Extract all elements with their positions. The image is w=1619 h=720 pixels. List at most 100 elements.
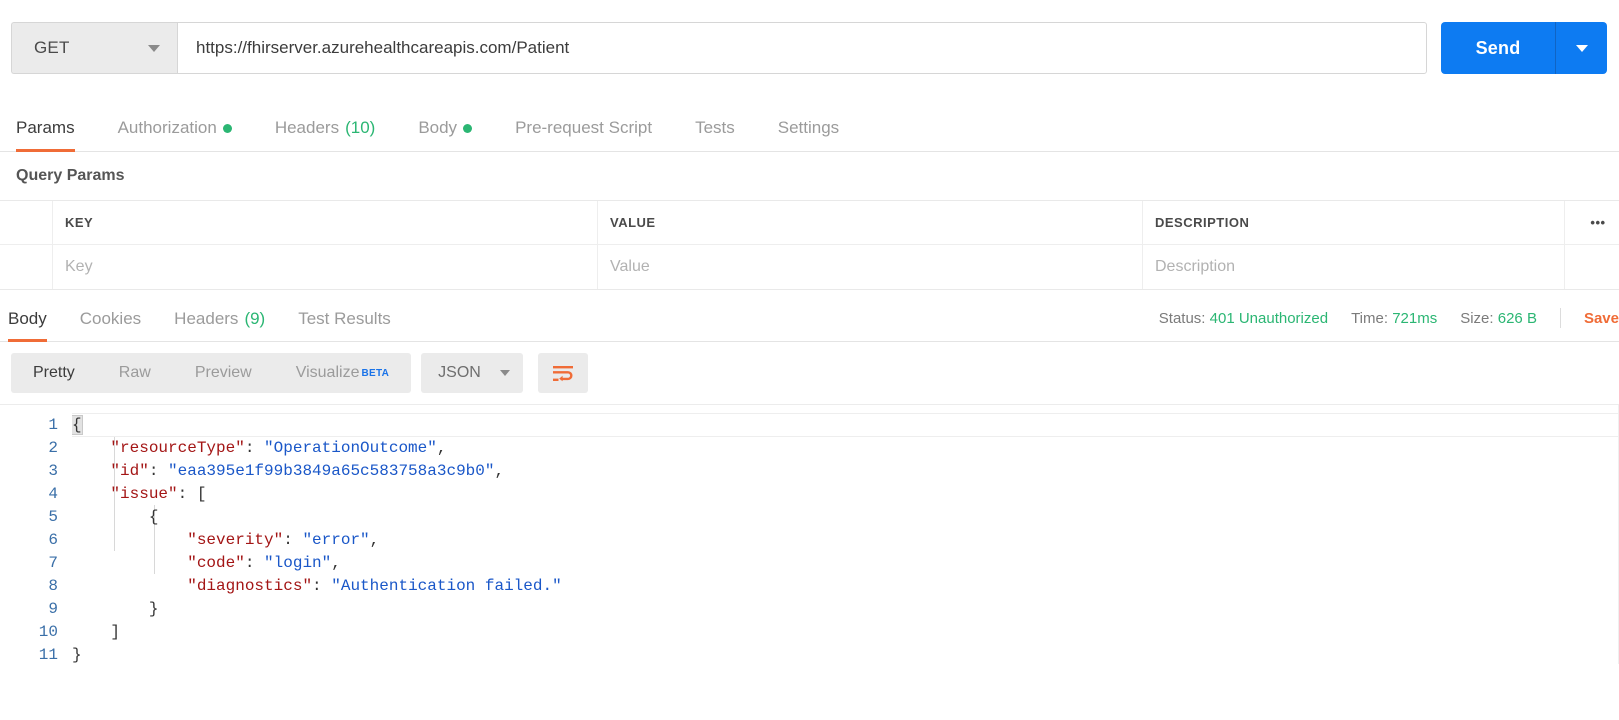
code-token: } <box>148 600 159 618</box>
view-mode-preview[interactable]: Preview <box>173 353 274 393</box>
save-response-button[interactable]: Save <box>1584 310 1619 327</box>
view-mode-label: Preview <box>194 364 252 381</box>
response-format-select[interactable]: JSON <box>421 353 524 393</box>
row-checkbox-cell[interactable] <box>0 245 53 289</box>
tab-label: Body <box>418 118 458 137</box>
view-mode-label: Visualize <box>295 364 360 381</box>
query-params-title: Query Params <box>16 167 125 184</box>
tab-body[interactable]: Body <box>418 118 473 151</box>
send-options-button[interactable] <box>1555 22 1607 74</box>
time-badge: Time: 721ms <box>1351 310 1437 327</box>
line-number: 8 <box>48 577 58 595</box>
tab-tests[interactable]: Tests <box>695 118 735 151</box>
code-content[interactable]: { "resourceType": "OperationOutcome", "i… <box>72 405 1619 664</box>
code-token: "Authentication failed." <box>331 577 562 595</box>
select-all-checkbox-cell[interactable] <box>0 201 53 244</box>
code-token: "eaa395e1f99b3849a65c583758a3c9b0" <box>168 462 495 480</box>
http-method-label: GET <box>34 38 70 57</box>
param-key-input[interactable]: Key <box>53 245 598 289</box>
chevron-down-icon <box>148 44 160 52</box>
param-value-input[interactable]: Value <box>598 245 1143 289</box>
code-line: "id": "eaa395e1f99b3849a65c583758a3c9b0"… <box>72 460 1619 483</box>
tab-modified-dot-icon <box>222 123 232 133</box>
code-token: , <box>494 462 505 480</box>
send-button-group: Send <box>1441 22 1607 74</box>
time-value: 721ms <box>1392 309 1438 327</box>
http-method-select[interactable]: GET <box>11 22 177 74</box>
line-number: 5 <box>48 508 58 526</box>
tab-label: Body <box>8 309 47 328</box>
line-number: 2 <box>48 439 58 457</box>
column-header-description: DESCRIPTION <box>1143 201 1565 244</box>
line-number: 10 <box>38 623 58 641</box>
code-token: "diagnostics" <box>187 577 313 595</box>
code-line: "severity": "error", <box>72 529 1619 552</box>
code-token: : <box>244 554 265 572</box>
tab-headers[interactable]: Headers (10) <box>275 118 376 151</box>
line-number: 9 <box>48 600 58 618</box>
tab-count: (10) <box>345 118 376 137</box>
response-format-label: JSON <box>438 364 481 381</box>
code-token: ] <box>110 623 121 641</box>
response-meta: Status: 401 Unauthorized Time: 721ms Siz… <box>1159 308 1619 328</box>
tab-count: (9) <box>244 309 266 328</box>
tab-label: Headers <box>274 118 340 137</box>
code-line: { <box>72 506 1619 529</box>
chevron-down-icon <box>500 370 511 376</box>
view-mode-label: Raw <box>118 364 151 381</box>
code-token: "OperationOutcome" <box>264 439 437 457</box>
url-input[interactable]: https://fhirserver.azurehealthcareapis.c… <box>177 22 1427 74</box>
query-params-table: KEY VALUE DESCRIPTION ••• Key Value Desc… <box>0 200 1619 290</box>
code-token: "id" <box>110 462 149 480</box>
chevron-down-icon <box>1575 44 1588 52</box>
code-token: { <box>148 508 159 526</box>
tab-label: Settings <box>777 118 840 137</box>
code-line: "resourceType": "OperationOutcome", <box>72 437 1619 460</box>
response-tab-cookies[interactable]: Cookies <box>80 309 141 341</box>
bulk-edit-more-icon[interactable]: ••• <box>1565 201 1619 244</box>
response-tabs: Body Cookies Headers (9) Test Results Status… <box>0 290 1619 342</box>
word-wrap-button[interactable] <box>538 353 589 393</box>
response-view-toolbar: Pretty Raw Preview Visualize BETA JSON <box>0 342 1619 404</box>
response-body-code[interactable]: 1 2 3 4 5 6 7 8 9 10 11 { "resourceType": "Operati… <box>0 404 1619 664</box>
view-mode-raw[interactable]: Raw <box>97 353 173 393</box>
line-number: 1 <box>48 416 58 434</box>
table-header-row: KEY VALUE DESCRIPTION ••• <box>0 201 1619 245</box>
code-token: } <box>72 646 82 664</box>
code-token: : <box>312 577 332 595</box>
code-line: "issue": [ <box>72 483 1619 506</box>
line-number: 3 <box>48 462 58 480</box>
tab-modified-dot-icon <box>463 123 473 133</box>
code-line: { <box>72 413 1619 437</box>
tab-pre-request-script[interactable]: Pre-request Script <box>515 118 652 151</box>
code-token: "error" <box>302 531 370 549</box>
response-tab-body[interactable]: Body <box>8 309 47 342</box>
word-wrap-icon <box>553 366 574 382</box>
code-token: "severity" <box>187 531 284 549</box>
tab-params[interactable]: Params <box>16 118 75 152</box>
code-token: "code" <box>187 554 245 572</box>
view-mode-pretty[interactable]: Pretty <box>11 353 97 393</box>
table-row: Key Value Description <box>0 245 1619 289</box>
code-token: : <box>148 462 169 480</box>
column-header-key: KEY <box>53 201 598 244</box>
request-tabs: Params Authorization Headers (10) Body Pre-re… <box>0 96 1619 152</box>
tab-settings[interactable]: Settings <box>778 118 839 151</box>
param-description-input[interactable]: Description <box>1143 245 1565 289</box>
response-tab-headers[interactable]: Headers (9) <box>174 309 265 341</box>
code-line: "diagnostics": "Authentication failed." <box>72 575 1619 598</box>
response-tab-test-results[interactable]: Test Results <box>298 309 391 341</box>
tab-authorization[interactable]: Authorization <box>118 118 232 151</box>
line-number: 7 <box>48 554 58 572</box>
code-token: : [ <box>177 485 207 503</box>
size-label: Size: <box>1460 309 1494 327</box>
tab-label: Authorization <box>117 118 217 137</box>
tab-label: Headers <box>174 309 239 328</box>
send-button[interactable]: Send <box>1441 22 1555 74</box>
view-mode-visualize[interactable]: Visualize BETA <box>274 353 411 393</box>
code-line-numbers: 1 2 3 4 5 6 7 8 9 10 11 <box>0 405 72 664</box>
code-token: "issue" <box>110 485 178 503</box>
tab-label: Cookies <box>79 309 142 328</box>
status-value: 401 Unauthorized <box>1209 309 1329 327</box>
size-badge: Size: 626 B <box>1460 310 1537 327</box>
